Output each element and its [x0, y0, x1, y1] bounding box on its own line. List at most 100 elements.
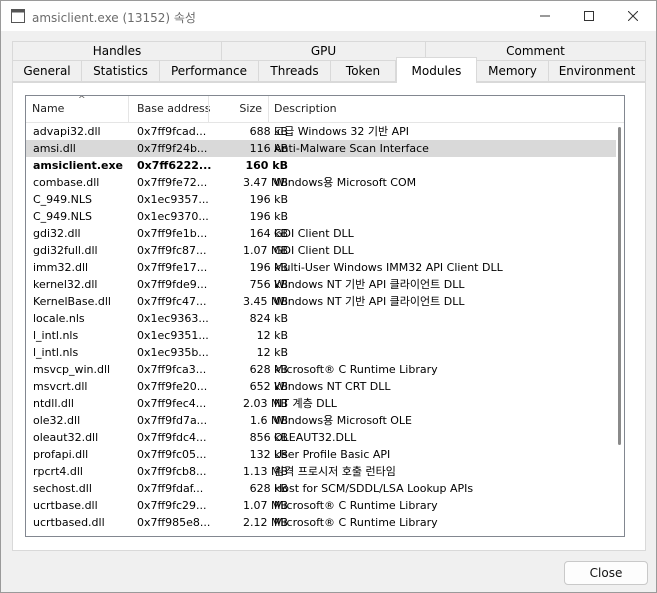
module-name: profapi.dll: [33, 448, 89, 461]
table-row[interactable]: gdi32.dll 0x7ff9fe1b... 164 kB GDI Client D…: [26, 225, 616, 242]
table-row[interactable]: sechost.dll 0x7ff9fdaf... 628 kB Host for S…: [26, 480, 616, 497]
module-description: OLEAUT32.DLL: [274, 431, 357, 444]
module-name: l_intl.nls: [33, 329, 79, 342]
module-description: Microsoft® C Runtime Library: [274, 363, 438, 376]
module-description: Anti-Malware Scan Interface: [274, 142, 429, 155]
table-row[interactable]: profapi.dll 0x7ff9fc05... 132 kB User Profi…: [26, 446, 616, 463]
table-row[interactable]: ucrtbased.dll 0x7ff985e8... 2.12 MB Microso…: [26, 514, 616, 531]
module-name: amsi.dll: [33, 142, 76, 155]
tab-modules[interactable]: Modules: [396, 57, 477, 83]
module-name: kernel32.dll: [33, 278, 98, 291]
sort-ascending-icon: ^: [78, 95, 86, 105]
module-description: Windows NT 기반 API 클라이언트 DLL: [274, 295, 465, 308]
close-window-button[interactable]: [610, 1, 656, 31]
column-header-size[interactable]: Size: [209, 96, 262, 122]
module-name: l_intl.nls: [33, 346, 79, 359]
table-row[interactable]: locale.nls 0x1ec9363... 824 kB: [26, 310, 616, 327]
module-name: [33, 531, 130, 536]
column-divider[interactable]: [128, 96, 129, 122]
module-name: gdi32full.dll: [33, 244, 98, 257]
module-description: Windows용 Microsoft COM: [274, 176, 417, 189]
module-description: [274, 327, 614, 344]
table-row[interactable]: l_intl.nls 0x1ec935b... 12 kB: [26, 344, 616, 361]
table-row-partial[interactable]: [26, 531, 616, 536]
module-description: [274, 208, 614, 225]
module-name: msvcp_win.dll: [33, 363, 111, 376]
tab-environment[interactable]: Environment: [548, 60, 646, 82]
module-description: Microsoft® C Runtime Library: [274, 516, 438, 529]
module-description: [274, 310, 614, 327]
table-row-selected[interactable]: amsi.dll 0x7ff9f24b... 116 kB Anti-Malware …: [26, 140, 616, 157]
module-name: ucrtbase.dll: [33, 499, 98, 512]
table-row[interactable]: ucrtbase.dll 0x7ff9fc29... 1.07 MB Microsof…: [26, 497, 616, 514]
table-row[interactable]: KernelBase.dll 0x7ff9fc47... 3.45 MB Window…: [26, 293, 616, 310]
table-row[interactable]: C_949.NLS 0x1ec9370... 196 kB: [26, 208, 616, 225]
table-row[interactable]: msvcp_win.dll 0x7ff9fca3... 628 kB Microsof…: [26, 361, 616, 378]
tab-general[interactable]: General: [12, 60, 82, 82]
module-description: Windows NT CRT DLL: [274, 380, 391, 393]
tab-handles[interactable]: Handles: [12, 41, 222, 61]
module-description: [274, 191, 614, 208]
properties-window: amsiclient.exe (13152) 속성 Handles GPU Co…: [0, 0, 657, 593]
module-name: locale.nls: [33, 312, 85, 325]
close-button[interactable]: Close: [564, 561, 648, 585]
tab-memory[interactable]: Memory: [476, 60, 549, 82]
module-name: oleaut32.dll: [33, 431, 99, 444]
module-name: ntdll.dll: [33, 397, 74, 410]
module-description: [274, 531, 614, 536]
table-row[interactable]: advapi32.dll 0x7ff9fcad... 688 kB 고급 Window…: [26, 123, 616, 140]
module-description: GDI Client DLL: [274, 244, 354, 257]
module-description: Windows용 Microsoft OLE: [274, 414, 413, 427]
vertical-scrollbar[interactable]: [614, 123, 624, 536]
module-name: imm32.dll: [33, 261, 89, 274]
table-row-main-module[interactable]: amsiclient.exe 0x7ff6222... 160 kB: [26, 157, 616, 174]
table-row[interactable]: gdi32full.dll 0x7ff9fc87... 1.07 MB GDI Cli…: [26, 242, 616, 259]
modules-list[interactable]: ^ Name Base address Size Description adv…: [25, 95, 625, 537]
tab-performance[interactable]: Performance: [159, 60, 259, 82]
table-row[interactable]: kernel32.dll 0x7ff9fde9... 756 kB Windows N…: [26, 276, 616, 293]
module-name: advapi32.dll: [33, 125, 101, 138]
table-row[interactable]: msvcrt.dll 0x7ff9fe20... 652 kB Windows NT …: [26, 378, 616, 395]
maximize-icon: [584, 11, 594, 21]
table-row[interactable]: l_intl.nls 0x1ec9351... 12 kB: [26, 327, 616, 344]
column-divider[interactable]: [268, 96, 269, 122]
tab-strip: Handles GPU Comment General Statistics P…: [1, 31, 656, 83]
tab-statistics[interactable]: Statistics: [81, 60, 160, 82]
module-name: ucrtbased.dll: [33, 516, 105, 529]
scrollbar-thumb[interactable]: [618, 127, 621, 445]
tab-threads[interactable]: Threads: [258, 60, 331, 82]
module-description: User Profile Basic API: [274, 448, 391, 461]
module-description: Windows NT 기반 API 클라이언트 DLL: [274, 278, 465, 291]
minimize-button[interactable]: [522, 1, 568, 31]
maximize-button[interactable]: [566, 1, 612, 31]
close-icon: [628, 11, 638, 21]
table-row[interactable]: ole32.dll 0x7ff9fd7a... 1.6 MB Windows용 Mic…: [26, 412, 616, 429]
module-description: [274, 157, 614, 174]
module-description: NT 계층 DLL: [274, 397, 337, 410]
module-name: combase.dll: [33, 176, 100, 189]
modules-panel: ^ Name Base address Size Description adv…: [12, 82, 646, 551]
column-header-name[interactable]: ^ Name: [32, 96, 128, 122]
module-description: [274, 344, 614, 361]
table-row[interactable]: oleaut32.dll 0x7ff9fdc4... 856 kB OLEAUT32.…: [26, 429, 616, 446]
table-row[interactable]: C_949.NLS 0x1ec9357... 196 kB: [26, 191, 616, 208]
module-description: 고급 Windows 32 기반 API: [274, 125, 409, 138]
app-window-icon: [11, 9, 25, 23]
title-bar: amsiclient.exe (13152) 속성: [1, 1, 656, 31]
table-row[interactable]: combase.dll 0x7ff9fe72... 3.47 MB Windows용 …: [26, 174, 616, 191]
module-description: GDI Client DLL: [274, 227, 354, 240]
table-row[interactable]: imm32.dll 0x7ff9fe17... 196 kB Multi-User W…: [26, 259, 616, 276]
tab-token[interactable]: Token: [330, 60, 396, 82]
table-row[interactable]: rpcrt4.dll 0x7ff9fcb8... 1.13 MB 원격 프로시저 호출…: [26, 463, 616, 480]
column-header-description[interactable]: Description: [274, 96, 394, 122]
module-name: C_949.NLS: [33, 210, 93, 223]
minimize-icon: [540, 15, 550, 17]
module-name: C_949.NLS: [33, 193, 93, 206]
list-header: ^ Name Base address Size Description: [26, 96, 624, 123]
table-row[interactable]: ntdll.dll 0x7ff9fec4... 2.03 MB NT 계층 DLL: [26, 395, 616, 412]
window-title: amsiclient.exe (13152) 속성: [32, 11, 196, 25]
module-name: amsiclient.exe: [33, 159, 124, 172]
module-description: Microsoft® C Runtime Library: [274, 499, 438, 512]
module-name: sechost.dll: [33, 482, 92, 495]
module-description: 원격 프로시저 호출 런타임: [274, 465, 396, 478]
